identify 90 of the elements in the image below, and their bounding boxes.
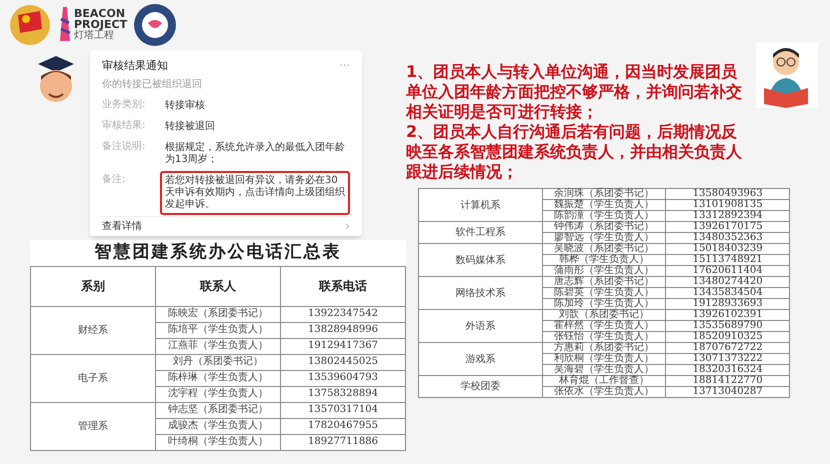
contact-cell: 成骏杰（学生负责人） — [156, 418, 280, 434]
phone-cell: 13926170175 — [666, 222, 790, 232]
column-header: 联系电话 — [280, 266, 406, 306]
contact-cell: 霍梓然（学生负责人） — [542, 320, 666, 332]
logo-text: BEACON — [74, 8, 126, 19]
phone-cell: 18520910325 — [666, 332, 790, 342]
contact-cell: 钟志坚（系团委书记） — [156, 402, 280, 418]
card-subtitle: 你的转接已被组织退回 — [102, 78, 203, 92]
round-seal-logo-icon — [133, 3, 178, 47]
contact-cell: 陈映宏（系团委书记） — [156, 306, 280, 322]
phone-cell: 13802445025 — [280, 354, 406, 370]
field-value: 转接被退回 — [164, 120, 216, 134]
department-cell: 网络技术系 — [418, 276, 542, 310]
department-cell: 电子系 — [30, 354, 156, 402]
phone-cell: 13480274420 — [666, 276, 790, 288]
phone-cell: 13828948996 — [280, 322, 406, 338]
chevron-icon: › — [344, 216, 350, 236]
contact-cell: 吴晓波（系团委书记） — [542, 244, 666, 254]
contact-cell: 陈碧英（学生负责人） — [542, 288, 666, 298]
contact-cell: 吴海碧（学生负责人） — [542, 364, 666, 376]
department-cell: 管理系 — [30, 402, 156, 450]
contact-cell: 陈韵潼（学生负责人） — [542, 210, 666, 222]
badge-logo-icon — [8, 3, 52, 47]
department-cell: 软件工程系 — [418, 222, 542, 244]
field-value: 若您对转接被退回有异议，请务必在30天申诉有效期内，点击详情向上级团组织发起申诉。 — [160, 170, 350, 214]
card-title: 审核结果通知 — [102, 58, 168, 74]
phone-cell: 18814122770 — [666, 376, 790, 386]
contact-cell: 张依水（学生负责人） — [542, 386, 666, 398]
contact-cell: 林育焜（工作督查） — [542, 376, 666, 386]
department-cell: 游戏系 — [418, 342, 542, 376]
contact-cell: 陈培平（学生负责人） — [156, 322, 280, 338]
field-label: 备注说明: — [102, 140, 146, 154]
phone-cell: 13101908135 — [666, 200, 790, 210]
phone-cell: 19129417367 — [280, 338, 406, 354]
phone-cell: 13758328894 — [280, 386, 406, 402]
phone-cell: 13926102391 — [666, 310, 790, 320]
contact-cell: 张钰怡（学生负责人） — [542, 332, 666, 342]
contact-cell: 方惠莉（系团委书记） — [542, 342, 666, 354]
contact-cell: 唐志辉（系团委书记） — [542, 276, 666, 288]
phone-cell: 13435834504 — [666, 288, 790, 298]
contact-cell: 刘歆（系团委书记） — [542, 310, 666, 320]
phone-cell: 17620611404 — [666, 266, 790, 276]
phone-cell: 19128933693 — [666, 298, 790, 310]
phone-cell: 13312892394 — [666, 210, 790, 222]
contact-cell: 韩桦（学生负责人） — [542, 254, 666, 266]
phone-cell: 13535689790 — [666, 320, 790, 332]
contact-cell: 魏振楚（学生负责人） — [542, 200, 666, 210]
phone-cell: 13713040287 — [666, 386, 790, 398]
note-paragraph: 1、团员本人与转入单位沟通，因当时发展团员单位入团年龄方面把控不够严格，并询问若补交相关证明是否可进行转接； — [406, 62, 743, 122]
phone-cell: 15018403239 — [666, 244, 790, 254]
view-details-link[interactable]: 查看详情 — [102, 219, 142, 234]
field-label: 业务类别: — [102, 98, 146, 112]
phone-cell: 18320316324 — [666, 364, 790, 376]
phone-cell: 13570317104 — [280, 402, 406, 418]
phone-cell: 13480352363 — [666, 232, 790, 244]
department-cell: 学校团委 — [418, 376, 542, 398]
logo-text: PROJECT — [74, 19, 128, 30]
field-value: 转接审核 — [164, 98, 206, 112]
phone-cell: 15113748921 — [666, 254, 790, 266]
column-header: 系别 — [30, 266, 156, 306]
department-cell: 计算机系 — [418, 188, 542, 222]
phone-cell: 13071373222 — [666, 354, 790, 364]
phone-cell: 13539604793 — [280, 370, 406, 386]
field-value: 根据规定，系统允许录入的最低入团年龄为13周岁； — [164, 140, 346, 166]
teacher-reading-drawing — [756, 42, 818, 108]
contact-cell: 沈宇程（学生负责人） — [156, 386, 280, 402]
department-cell: 财经系 — [30, 306, 156, 354]
contact-cell: 陈梓琳（学生负责人） — [156, 370, 280, 386]
contact-cell: 陈加玲（学生负责人） — [542, 298, 666, 310]
department-cell: 外语系 — [418, 310, 542, 342]
contact-cell: 利欣桐（学生负责人） — [542, 354, 666, 364]
phone-cell: 13580493963 — [666, 188, 790, 200]
table-title: 智慧团建系统办公电话汇总表 — [30, 240, 406, 266]
field-label: 备注: — [102, 172, 126, 186]
column-header: 联系人 — [156, 266, 280, 306]
phone-cell: 18927711886 — [280, 434, 406, 450]
phone-cell: 18707672722 — [666, 342, 790, 354]
contact-cell: 刘丹（系团委书记） — [156, 354, 280, 370]
contact-cell: 江燕菲（学生负责人） — [156, 338, 280, 354]
contact-cell: 余润珠（系团委书记） — [542, 188, 666, 200]
phone-cell: 13922347542 — [280, 306, 406, 322]
field-label: 审核结果: — [102, 118, 146, 132]
contact-cell: 叶绮桐（学生负责人） — [156, 434, 280, 450]
note-paragraph: 2、团员本人自行沟通后若有问题，后期情况反映至各系智慧团建系统负责人，并由相关负责人跟进后续情况； — [406, 122, 743, 182]
logo-subtext: 灯塔工程 — [74, 30, 114, 42]
contact-cell: 廖智远（学生负责人） — [542, 232, 666, 244]
contact-cell: 蒲雨彤（学生负责人） — [542, 266, 666, 276]
contact-cell: 钟伟涛（系团委书记） — [542, 222, 666, 232]
phone-cell: 17820467955 — [280, 418, 406, 434]
department-cell: 数码媒体系 — [418, 244, 542, 276]
